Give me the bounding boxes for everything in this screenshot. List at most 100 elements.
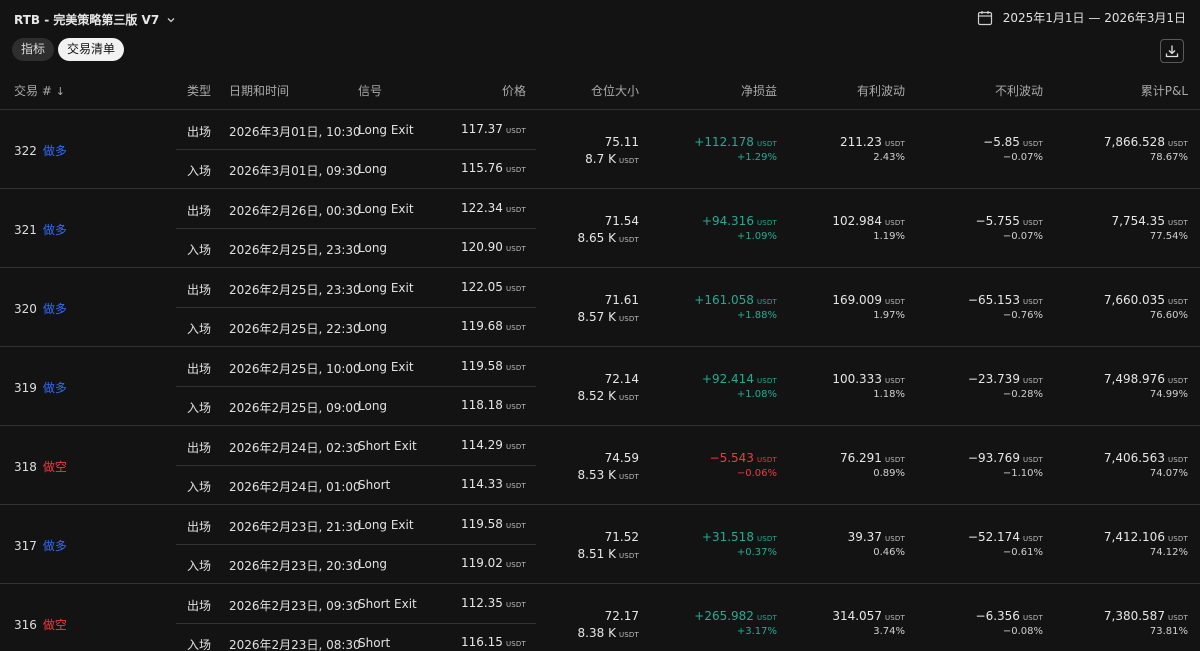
favorable-excursion: 102.984 USDT 1.19% [805,214,905,242]
net-pnl-pct: +1.29% [736,152,777,163]
trade-row[interactable]: 322 做多 出场 2026年3月01日, 10:30 Long Exit 117… [0,110,1200,189]
row-divider [176,386,536,387]
net-pnl-pct: +1.88% [736,310,777,321]
unit-label: USDT [756,614,777,622]
trade-number: 320 [14,302,37,316]
net-pnl: −5.543 USDT −0.06% [677,451,777,479]
entry-datetime: 2026年3月01日, 09:30 [229,164,361,178]
unit-label: USDT [1022,377,1043,385]
favorable-excursion: 314.057 USDT 3.74% [805,609,905,637]
col-trade-no[interactable]: 交易 # ↓ [14,82,65,99]
size-qty: 75.11 [604,135,639,149]
cum-pnl-pct: 77.54% [1149,231,1188,242]
unit-label: USDT [618,236,639,244]
trade-row[interactable]: 318 做空 出场 2026年2月24日, 02:30 Short Exit 11… [0,426,1200,505]
trade-row[interactable]: 320 做多 出场 2026年2月25日, 23:30 Long Exit 122… [0,268,1200,347]
adverse-value: −6.356 USDT [975,609,1043,623]
download-icon [1165,45,1179,58]
unit-label: USDT [505,364,526,372]
entry-datetime: 2026年2月25日, 23:30 [229,243,361,257]
adverse-excursion: −5.85 USDT −0.07% [943,135,1043,163]
export-button[interactable] [1160,39,1184,63]
size-qty: 71.52 [604,530,639,544]
cum-pnl-pct: 74.99% [1149,389,1188,400]
unit-label: USDT [756,298,777,306]
unit-label: USDT [505,166,526,174]
size-value: 8.7 K USDT [585,152,639,166]
entry-datetime: 2026年2月25日, 09:00 [229,401,361,415]
unit-label: USDT [756,535,777,543]
unit-label: USDT [505,206,526,214]
strategy-selector[interactable]: RTB - 完美策略第三版 V7 [14,11,177,28]
exit-price: 117.37 USDT [460,122,526,136]
tab-metrics[interactable]: 指标 [12,38,55,61]
favorable-pct: 3.74% [873,626,905,637]
cum-pnl-pct: 78.67% [1149,152,1188,163]
entry-type: 入场 [187,401,212,415]
row-divider [176,307,536,308]
cumulative-pnl: 7,406.563 USDT 74.07% [1088,451,1188,479]
entry-type: 入场 [187,322,212,336]
adverse-pct: −1.10% [1002,468,1043,479]
trade-row[interactable]: 317 做多 出场 2026年2月23日, 21:30 Long Exit 119… [0,505,1200,584]
net-pnl-value: +94.316 USDT [701,214,777,228]
unit-label: USDT [1022,140,1043,148]
net-pnl: +161.058 USDT +1.88% [677,293,777,321]
entry-price: 119.68 USDT [460,319,526,333]
unit-label: USDT [505,127,526,135]
unit-label: USDT [505,403,526,411]
size-qty: 72.17 [604,609,639,623]
favorable-excursion: 100.333 USDT 1.18% [805,372,905,400]
tab-trade-list[interactable]: 交易清单 [58,38,125,61]
trade-row[interactable]: 319 做多 出场 2026年2月25日, 10:00 Long Exit 119… [0,347,1200,426]
position-size: 71.61 8.57 K USDT [539,293,639,324]
size-qty: 72.14 [604,372,639,386]
unit-label: USDT [884,456,905,464]
favorable-excursion: 76.291 USDT 0.89% [805,451,905,479]
entry-price: 114.33 USDT [460,477,526,491]
entry-price: 119.02 USDT [460,556,526,570]
favorable-excursion: 211.23 USDT 2.43% [805,135,905,163]
adverse-value: −5.755 USDT [975,214,1043,228]
unit-label: USDT [505,482,526,490]
adverse-value: −5.85 USDT [983,135,1043,149]
entry-signal: Long [358,557,388,571]
date-range-picker[interactable]: 2025年1月1日 — 2026年3月1日 [977,9,1186,26]
unit-label: USDT [618,631,639,639]
favorable-value: 76.291 USDT [839,451,905,465]
favorable-value: 211.23 USDT [839,135,905,149]
size-value: 8.52 K USDT [577,389,639,403]
trade-number: 316 [14,618,37,632]
entry-type: 入场 [187,164,212,178]
favorable-pct: 0.46% [873,547,905,558]
unit-label: USDT [505,285,526,293]
net-pnl-pct: +1.08% [736,389,777,400]
cum-pnl-value: 7,380.587 USDT [1103,609,1188,623]
col-price: 价格 [501,84,526,98]
trade-direction: 做多 [42,381,67,395]
col-datetime: 日期和时间 [229,84,290,98]
exit-signal: Long Exit [358,123,414,137]
net-pnl-pct: +3.17% [736,626,777,637]
cum-pnl-value: 7,406.563 USDT [1103,451,1188,465]
col-size: 仓位大小 [590,84,639,98]
net-pnl-value: +161.058 USDT [694,293,777,307]
unit-label: USDT [884,140,905,148]
top-bar: RTB - 完美策略第三版 V7 2025年1月1日 — 2026年3月1日 [0,0,1200,38]
entry-price: 118.18 USDT [460,398,526,412]
exit-type: 出场 [187,204,212,218]
unit-label: USDT [884,377,905,385]
trade-row[interactable]: 321 做多 出场 2026年2月26日, 00:30 Long Exit 122… [0,189,1200,268]
unit-label: USDT [618,552,639,560]
adverse-value: −65.153 USDT [967,293,1043,307]
entry-signal: Long [358,399,388,413]
adverse-excursion: −93.769 USDT −1.10% [943,451,1043,479]
adverse-pct: −0.07% [1002,231,1043,242]
unit-label: USDT [505,324,526,332]
size-qty: 71.54 [604,214,639,228]
size-qty: 74.59 [604,451,639,465]
trade-row[interactable]: 316 做空 出场 2026年2月23日, 09:30 Short Exit 11… [0,584,1200,651]
cum-pnl-pct: 73.81% [1149,626,1188,637]
cumulative-pnl: 7,412.106 USDT 74.12% [1088,530,1188,558]
row-divider [176,228,536,229]
